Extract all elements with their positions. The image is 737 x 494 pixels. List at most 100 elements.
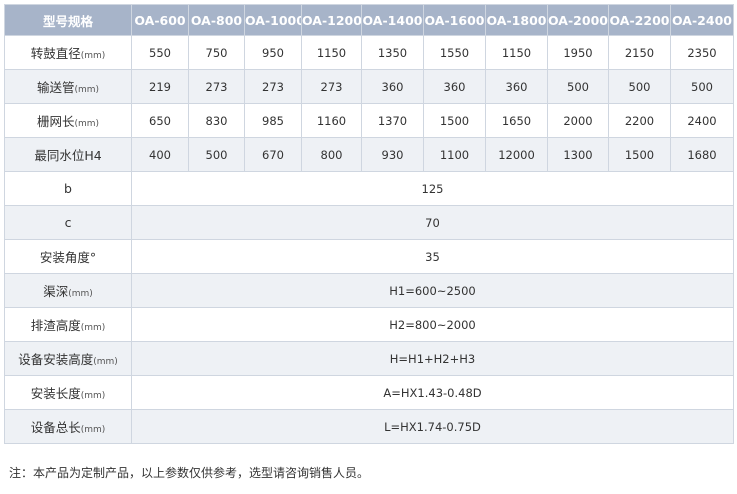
merged-cell: H=H1+H2+H3	[131, 341, 734, 376]
table-row: 设备总长(mm) L=HX1.74-0.75D	[4, 409, 734, 444]
row-label-text: 渠深	[43, 284, 69, 299]
row-label: 输送管(mm)	[4, 69, 132, 104]
table-cell: 2200	[608, 103, 671, 138]
table-cell: 550	[131, 35, 189, 70]
row-label-text: 排渣高度	[30, 318, 81, 333]
header-cell-model: OA-2400	[670, 4, 734, 36]
row-label: 排渣高度(mm)	[4, 307, 132, 342]
header-cell-model-spec: 型号规格	[4, 4, 132, 36]
header-cell-model: OA-1400	[361, 4, 424, 36]
table-row: 栅网长(mm) 650 830 985 1160 1370 1500 1650 …	[4, 103, 734, 138]
table-cell: 1550	[423, 35, 486, 70]
table-cell: 1680	[670, 137, 734, 172]
table-cell: 2400	[670, 103, 734, 138]
table-cell: 1150	[301, 35, 362, 70]
row-label: 设备安装高度(mm)	[4, 341, 132, 376]
table-cell: 1370	[361, 103, 424, 138]
table-cell: 360	[423, 69, 486, 104]
row-label: 设备总长(mm)	[4, 409, 132, 444]
table-cell: 360	[361, 69, 424, 104]
header-cell-model: OA-1800	[485, 4, 548, 36]
row-label-text: 输送管	[36, 80, 75, 95]
table-cell: 950	[244, 35, 302, 70]
row-label-unit: (mm)	[93, 357, 118, 367]
table-cell: 273	[244, 69, 302, 104]
header-cell-model: OA-1200	[301, 4, 362, 36]
table-cell: 800	[301, 137, 362, 172]
merged-cell: 125	[131, 171, 734, 206]
header-cell-model: OA-1600	[423, 4, 486, 36]
table-cell: 2350	[670, 35, 734, 70]
table-row: 最同水位H4 400 500 670 800 930 1100 12000 13…	[4, 137, 734, 172]
header-cell-model: OA-2000	[547, 4, 609, 36]
table-row: c 70	[4, 205, 734, 240]
row-label-text: 转鼓直径	[30, 46, 81, 61]
table-cell: 273	[301, 69, 362, 104]
table-cell: 360	[485, 69, 548, 104]
row-label-unit: (mm)	[74, 119, 100, 129]
header-cell-model: OA-600	[131, 4, 189, 36]
table-cell: 500	[670, 69, 734, 104]
table-cell: 930	[361, 137, 424, 172]
table-cell: 670	[244, 137, 302, 172]
table-row: 渠深(mm) H1=600~2500	[4, 273, 734, 308]
row-label: c	[4, 205, 132, 240]
row-label-text: 安装角度°	[39, 250, 97, 265]
row-label-unit: (mm)	[74, 85, 100, 95]
row-label: 安装长度(mm)	[4, 375, 132, 410]
row-label: 渠深(mm)	[4, 273, 132, 308]
table-row: b 125	[4, 171, 734, 206]
table-cell: 500	[547, 69, 609, 104]
table-cell: 2000	[547, 103, 609, 138]
table-cell: 500	[188, 137, 245, 172]
table-cell: 1500	[608, 137, 671, 172]
row-label-text: b	[64, 181, 72, 196]
table-row: 安装长度(mm) A=HX1.43-0.48D	[4, 375, 734, 410]
table-cell: 12000	[485, 137, 548, 172]
table-cell: 650	[131, 103, 189, 138]
table-cell: 400	[131, 137, 189, 172]
table-row: 安装角度° 35	[4, 239, 734, 274]
table-cell: 273	[188, 69, 245, 104]
row-label-text: 设备总长	[30, 420, 81, 435]
table-header-row: 型号规格 OA-600 OA-800 OA-1000 OA-1200 OA-14…	[4, 4, 734, 36]
row-label-unit: (mm)	[80, 391, 106, 401]
row-label: 栅网长(mm)	[4, 103, 132, 138]
table-cell: 1950	[547, 35, 609, 70]
row-label: 安装角度°	[4, 239, 132, 274]
row-label-text: 设备安装高度	[18, 352, 94, 367]
spec-table: 型号规格 OA-600 OA-800 OA-1000 OA-1200 OA-14…	[4, 4, 734, 444]
table-cell: 1350	[361, 35, 424, 70]
header-cell-model: OA-800	[188, 4, 245, 36]
merged-cell: L=HX1.74-0.75D	[131, 409, 734, 444]
table-cell: 1500	[423, 103, 486, 138]
table-cell: 500	[608, 69, 671, 104]
merged-cell: H2=800~2000	[131, 307, 734, 342]
footnote: 注：本产品为定制产品，以上参数仅供参考，选型请咨询销售人员。	[9, 466, 370, 480]
table-cell: 1650	[485, 103, 548, 138]
table-cell: 2150	[608, 35, 671, 70]
row-label-text: 栅网长	[36, 114, 75, 129]
row-label-text: c	[64, 215, 72, 230]
header-cell-model: OA-1000	[244, 4, 302, 36]
merged-cell: A=HX1.43-0.48D	[131, 375, 734, 410]
row-label-text: 最同水位H4	[34, 148, 102, 163]
row-label-unit: (mm)	[80, 323, 106, 333]
table-cell: 1160	[301, 103, 362, 138]
row-label: 最同水位H4	[4, 137, 132, 172]
row-label: b	[4, 171, 132, 206]
row-label-unit: (mm)	[80, 425, 106, 435]
header-cell-model: OA-2200	[608, 4, 671, 36]
table-cell: 219	[131, 69, 189, 104]
table-cell: 985	[244, 103, 302, 138]
table-cell: 750	[188, 35, 245, 70]
table-row: 排渣高度(mm) H2=800~2000	[4, 307, 734, 342]
table-cell: 1100	[423, 137, 486, 172]
row-label-unit: (mm)	[68, 289, 93, 299]
table-row: 转鼓直径(mm) 550 750 950 1150 1350 1550 1150…	[4, 35, 734, 70]
row-label: 转鼓直径(mm)	[4, 35, 132, 70]
table-cell: 1300	[547, 137, 609, 172]
row-label-unit: (mm)	[80, 51, 106, 61]
table-cell: 1150	[485, 35, 548, 70]
row-label-text: 安装长度	[30, 386, 81, 401]
